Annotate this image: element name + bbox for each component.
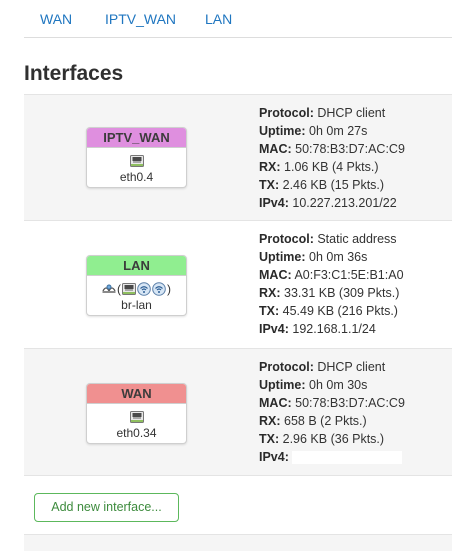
tx-value: 2.46 KB (15 Pkts.) <box>282 178 385 192</box>
interface-status: Protocol: Static address Uptime: 0h 0m 3… <box>259 230 404 338</box>
tx-key: TX: <box>259 432 280 446</box>
protocol-value: Static address <box>317 232 397 246</box>
protocol-value: DHCP client <box>317 106 386 120</box>
interface-icons <box>87 152 186 169</box>
interface-status: Protocol: DHCP client Uptime: 0h 0m 27s … <box>259 104 405 212</box>
interface-badge-lan[interactable]: LAN ( ) br-lan <box>86 255 187 316</box>
ipv4-key: IPv4: <box>259 322 289 336</box>
ipv4-key: IPv4: <box>259 196 289 210</box>
uptime-line: Uptime: 0h 0m 36s <box>259 248 404 266</box>
uptime-value: 0h 0m 27s <box>309 124 368 138</box>
mac-line: MAC: 50:78:B3:D7:AC:C9 <box>259 394 405 412</box>
interface-device: eth0.34 <box>116 426 157 440</box>
protocol-key: Protocol: <box>259 106 314 120</box>
protocol-key: Protocol: <box>259 360 314 374</box>
protocol-key: Protocol: <box>259 232 314 246</box>
mac-key: MAC: <box>259 396 292 410</box>
interface-row-wan: WAN eth0.34 Protocol: DHCP client Uptime… <box>24 348 452 476</box>
tx-value: 2.96 KB (36 Pkts.) <box>282 432 385 446</box>
interface-device: eth0.4 <box>119 170 154 184</box>
uptime-value: 0h 0m 36s <box>309 250 368 264</box>
interface-row-lan: LAN ( ) br-lan Protocol: Static address … <box>24 220 452 348</box>
add-new-interface-button[interactable]: Add new interface... <box>34 493 179 522</box>
ethernet-port-icon <box>130 155 144 167</box>
uptime-value: 0h 0m 30s <box>309 378 368 392</box>
open-paren-glyph: ( <box>117 281 121 296</box>
mac-line: MAC: A0:F3:C1:5E:B1:A0 <box>259 266 404 284</box>
wireless-icon <box>152 282 166 296</box>
rx-line: RX: 1.06 KB (4 Pkts.) <box>259 158 405 176</box>
ipv4-line: IPv4: 10.227.213.201/22 <box>259 194 405 212</box>
interface-name: LAN <box>87 256 186 276</box>
ethernet-port-icon <box>122 283 136 295</box>
form-actions-bar <box>24 534 452 551</box>
ipv4-line: IPv4: 192.168.1.1/24 <box>259 320 404 338</box>
interface-icons: ( ) <box>87 280 186 297</box>
tx-value: 45.49 KB (216 Pkts.) <box>282 304 398 318</box>
rx-value: 1.06 KB (4 Pkts.) <box>284 160 379 174</box>
close-paren-glyph: ) <box>167 281 171 296</box>
ipv4-redacted-value <box>291 451 402 465</box>
uptime-line: Uptime: 0h 0m 30s <box>259 376 405 394</box>
interface-icons <box>87 408 186 425</box>
tab-wan[interactable]: WAN <box>40 11 72 27</box>
section-title: Interfaces <box>24 62 124 85</box>
rx-line: RX: 658 B (2 Pkts.) <box>259 412 405 430</box>
tx-line: TX: 2.96 KB (36 Pkts.) <box>259 430 405 448</box>
interface-status: Protocol: DHCP client Uptime: 0h 0m 30s … <box>259 358 405 466</box>
tx-key: TX: <box>259 178 280 192</box>
protocol-line: Protocol: DHCP client <box>259 358 405 376</box>
ipv4-value: 10.227.213.201/22 <box>292 196 397 210</box>
tab-lan[interactable]: LAN <box>205 11 232 27</box>
ethernet-port-icon <box>130 411 144 423</box>
mac-value: A0:F3:C1:5E:B1:A0 <box>294 268 404 282</box>
interface-tabs: WAN IPTV_WAN LAN <box>24 0 452 38</box>
mac-value: 50:78:B3:D7:AC:C9 <box>295 396 405 410</box>
interfaces-table: IPTV_WAN eth0.4 Protocol: DHCP client Up… <box>24 94 452 476</box>
wireless-icon <box>137 282 151 296</box>
uptime-line: Uptime: 0h 0m 27s <box>259 122 405 140</box>
rx-key: RX: <box>259 286 281 300</box>
mac-value: 50:78:B3:D7:AC:C9 <box>295 142 405 156</box>
ipv4-line: IPv4: <box>259 448 405 466</box>
ipv4-key: IPv4: <box>259 450 289 464</box>
rx-value: 33.31 KB (309 Pkts.) <box>284 286 400 300</box>
mac-line: MAC: 50:78:B3:D7:AC:C9 <box>259 140 405 158</box>
tab-iptv-wan[interactable]: IPTV_WAN <box>105 11 176 27</box>
protocol-line: Protocol: Static address <box>259 230 404 248</box>
bridge-icon <box>102 282 116 296</box>
uptime-key: Uptime: <box>259 378 306 392</box>
protocol-line: Protocol: DHCP client <box>259 104 405 122</box>
mac-key: MAC: <box>259 142 292 156</box>
protocol-value: DHCP client <box>317 360 386 374</box>
tx-key: TX: <box>259 304 280 318</box>
interface-device: br-lan <box>121 298 152 312</box>
tx-line: TX: 45.49 KB (216 Pkts.) <box>259 302 404 320</box>
ipv4-value: 192.168.1.1/24 <box>292 322 376 336</box>
interface-row-iptv-wan: IPTV_WAN eth0.4 Protocol: DHCP client Up… <box>24 94 452 220</box>
interface-name: IPTV_WAN <box>87 128 186 148</box>
rx-key: RX: <box>259 414 281 428</box>
interface-name: WAN <box>87 384 186 404</box>
mac-key: MAC: <box>259 268 292 282</box>
tx-line: TX: 2.46 KB (15 Pkts.) <box>259 176 405 194</box>
uptime-key: Uptime: <box>259 124 306 138</box>
rx-value: 658 B (2 Pkts.) <box>284 414 367 428</box>
uptime-key: Uptime: <box>259 250 306 264</box>
interface-badge-wan[interactable]: WAN eth0.34 <box>86 383 187 444</box>
rx-key: RX: <box>259 160 281 174</box>
interface-badge-iptv-wan[interactable]: IPTV_WAN eth0.4 <box>86 127 187 188</box>
rx-line: RX: 33.31 KB (309 Pkts.) <box>259 284 404 302</box>
